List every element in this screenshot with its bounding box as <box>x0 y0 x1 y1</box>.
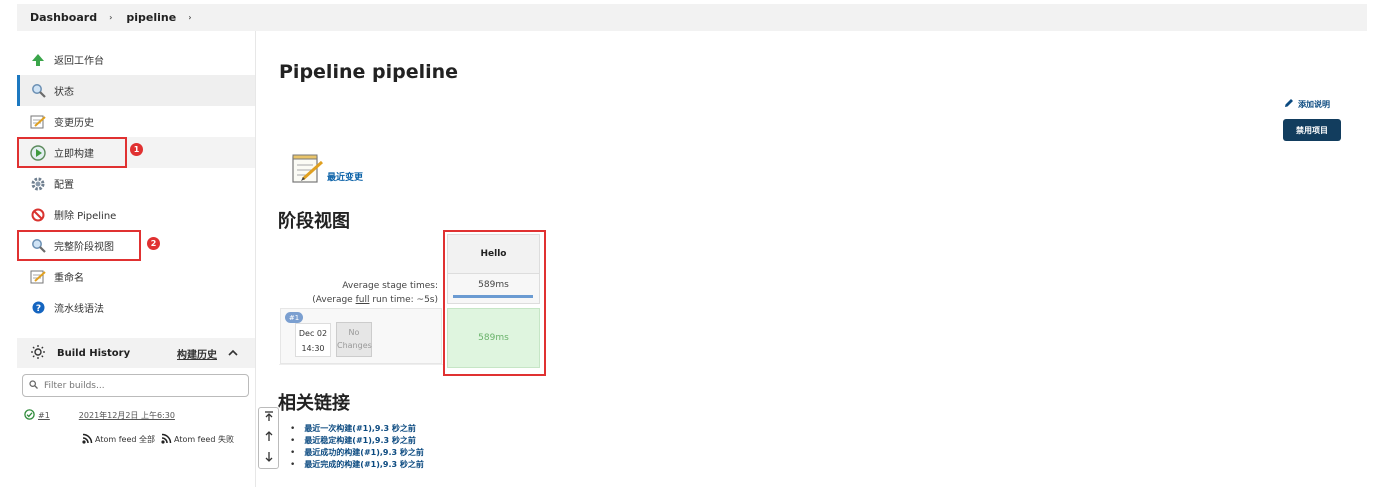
help-icon: ? <box>30 300 46 316</box>
related-links-title: 相关链接 <box>278 393 350 414</box>
annotation-box-stage <box>443 230 546 376</box>
sidebar-item-label: 重命名 <box>54 273 84 284</box>
breadcrumb-separator[interactable]: › <box>109 13 112 22</box>
atom-feeds: Atom feed 全部 Atom feed 失败 <box>82 433 234 446</box>
sidebar-item-delete-pipeline[interactable]: 删除 Pipeline <box>17 199 255 230</box>
filter-builds-input[interactable] <box>42 379 232 392</box>
stage-view-title: 阶段视图 <box>278 211 350 232</box>
related-link[interactable]: 最近完成的构建(#1),9.3 秒之前 <box>304 459 424 471</box>
sidebar-item-label: 流水线语法 <box>54 304 104 315</box>
list-item: 最近一次构建(#1),9.3 秒之前 <box>290 423 424 435</box>
search-icon <box>29 379 38 392</box>
sidebar-item-label: 删除 Pipeline <box>54 211 117 222</box>
list-item: 最近稳定构建(#1),9.3 秒之前 <box>290 435 424 447</box>
collapse-chevron-icon[interactable] <box>228 346 238 360</box>
related-link[interactable]: 最近一次构建(#1),9.3 秒之前 <box>304 423 416 435</box>
average-stage-times-label: Average stage times: (Average full run t… <box>312 281 438 305</box>
sun-icon[interactable] <box>31 344 45 362</box>
breadcrumb-separator[interactable]: › <box>188 13 191 22</box>
related-link[interactable]: 最近成功的构建(#1),9.3 秒之前 <box>304 447 424 459</box>
add-description-link[interactable]: 添加说明 <box>1284 98 1330 110</box>
add-description-label: 添加说明 <box>1298 99 1330 109</box>
build-date-link[interactable]: 2021年12月2日 上午6:30 <box>79 410 175 421</box>
run-badge[interactable]: #1 <box>285 312 303 323</box>
rss-icon <box>161 433 172 446</box>
build-history-link[interactable]: 构建历史 <box>177 346 217 361</box>
sidebar-item-pipeline-syntax[interactable]: ? 流水线语法 <box>17 292 255 323</box>
sidebar-item-label: 状态 <box>54 87 74 98</box>
run-row[interactable]: #1 Dec 02 14:30 No Changes <box>280 308 442 364</box>
no-changes-badge: No Changes <box>336 322 372 357</box>
sidebar-item-rename[interactable]: 重命名 <box>17 261 255 292</box>
sidebar-item-back-to-workspace[interactable]: 返回工作台 <box>17 44 255 75</box>
sidebar: 返回工作台 状态 变更历史 立即构建 配置 删除 Pipeline 完整阶段视图… <box>17 44 255 323</box>
recent-changes-link[interactable]: 最近变更 <box>327 170 363 183</box>
annotation-box-full-stage-view <box>17 230 141 261</box>
svg-text:?: ? <box>35 304 40 314</box>
search-icon <box>30 83 46 99</box>
annotation-badge-2: 2 <box>147 237 160 250</box>
breadcrumb-pipeline[interactable]: pipeline <box>126 11 176 24</box>
notepad-icon <box>30 269 46 285</box>
build-history-row: #1 2021年12月2日 上午6:30 <box>17 404 255 426</box>
average-full-link[interactable]: full <box>356 295 370 305</box>
build-history-header: Build History 构建历史 <box>17 338 255 368</box>
run-date: Dec 02 14:30 <box>295 323 331 357</box>
scroll-up-icon[interactable] <box>264 431 274 445</box>
scroll-down-icon[interactable] <box>264 451 274 465</box>
breadcrumb: Dashboard › pipeline › <box>17 4 1367 31</box>
sidebar-divider <box>255 31 256 487</box>
success-check-icon <box>24 408 35 422</box>
notepad-icon <box>30 114 46 130</box>
list-item: 最近完成的构建(#1),9.3 秒之前 <box>290 459 424 471</box>
annotation-badge-1: 1 <box>130 143 143 156</box>
scroll-controls <box>258 407 279 469</box>
disable-project-button[interactable]: 禁用项目 <box>1283 119 1341 141</box>
breadcrumb-dashboard[interactable]: Dashboard <box>30 11 97 24</box>
sidebar-item-status[interactable]: 状态 <box>17 75 255 106</box>
sidebar-item-changes[interactable]: 变更历史 <box>17 106 255 137</box>
recent-changes: 最近变更 <box>291 153 363 189</box>
page-title: Pipeline pipeline <box>279 61 459 83</box>
up-arrow-icon <box>30 52 46 68</box>
build-number-link[interactable]: #1 <box>38 411 50 420</box>
atom-feed-failed-link[interactable]: Atom feed 失败 <box>174 434 234 445</box>
filter-builds-field[interactable] <box>22 374 249 397</box>
list-item: 最近成功的构建(#1),9.3 秒之前 <box>290 447 424 459</box>
pencil-icon <box>1284 98 1294 110</box>
no-entry-icon <box>30 207 46 223</box>
related-link[interactable]: 最近稳定构建(#1),9.3 秒之前 <box>304 435 416 447</box>
sidebar-item-label: 返回工作台 <box>54 56 104 67</box>
sidebar-item-label: 配置 <box>54 180 74 191</box>
notepad-icon <box>291 153 324 189</box>
build-history-title: Build History <box>57 347 131 359</box>
related-links-list: 最近一次构建(#1),9.3 秒之前 最近稳定构建(#1),9.3 秒之前 最近… <box>290 423 424 471</box>
rss-icon <box>82 433 93 446</box>
sidebar-item-label: 变更历史 <box>54 118 94 129</box>
annotation-box-build-now <box>17 137 127 168</box>
atom-feed-all-link[interactable]: Atom feed 全部 <box>95 434 155 445</box>
sidebar-item-configure[interactable]: 配置 <box>17 168 255 199</box>
scroll-to-top-icon[interactable] <box>264 411 274 425</box>
gear-icon <box>30 176 46 192</box>
